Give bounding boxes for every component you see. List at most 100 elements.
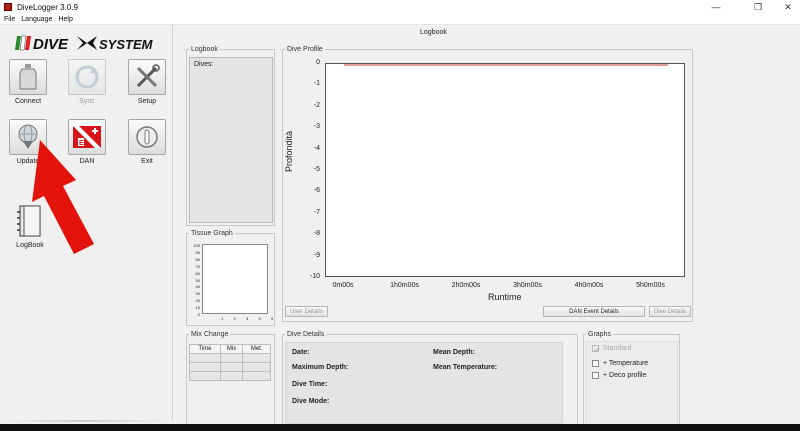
mean-temperature-label: Mean Temperature:: [433, 364, 498, 371]
tank-icon: [19, 64, 37, 90]
menu-help[interactable]: Help: [55, 16, 75, 23]
mix-col-met: Met.: [242, 344, 271, 354]
menu-bar: File Language Help: [0, 14, 800, 25]
close-button[interactable]: ✕: [776, 0, 800, 14]
svg-text:SYSTEM: SYSTEM: [99, 37, 154, 52]
profile-y-tick: -8: [313, 230, 320, 238]
profile-y-tick: -6: [313, 187, 320, 195]
mix-col-mix: Mix: [219, 344, 244, 354]
profile-y-tick: 0: [316, 59, 320, 66]
profile-x-tick: 4h0m00s: [574, 282, 604, 289]
dive-details-legend: Dive Details: [287, 331, 325, 338]
deco-label: + Deco profile: [603, 372, 647, 379]
logbook-legend: Logbook: [191, 46, 218, 53]
setup-button[interactable]: [128, 59, 166, 95]
standard-checkbox: [592, 345, 600, 353]
tissue-graph-legend: Tissue Graph: [191, 230, 233, 237]
setup-tool[interactable]: Setup: [127, 59, 167, 105]
sync-tool[interactable]: Sync: [67, 59, 107, 105]
mix-change-legend: Mix Change: [191, 331, 229, 338]
temperature-option[interactable]: + Temperature: [592, 360, 648, 367]
panel-divider: [0, 420, 172, 422]
table-row[interactable]: [189, 353, 271, 363]
date-label: Date:: [292, 349, 310, 356]
tissue-x-tick: 4: [258, 316, 261, 321]
connect-label: Connect: [14, 98, 42, 105]
exit-label: Exit: [141, 158, 153, 165]
tissue-y-tick: 70: [195, 263, 200, 269]
tools-icon: [136, 64, 160, 88]
taskbar: [0, 424, 800, 431]
tissue-y-tick: 100: [193, 243, 200, 248]
mean-depth-label: Mean Depth:: [433, 349, 475, 356]
minimize-button[interactable]: —: [704, 0, 728, 14]
profile-x-label: Runtime: [488, 292, 522, 302]
tissue-y-tick: 60: [195, 270, 200, 276]
power-icon: [136, 126, 158, 148]
window-title: DiveLogger 3.0.9: [17, 2, 78, 12]
menu-file[interactable]: File: [0, 16, 18, 23]
mix-col-time: Time: [189, 344, 221, 354]
profile-x-tick: 3h0m00s: [513, 282, 542, 289]
dive-profile-svg: [344, 64, 668, 66]
setup-label: Setup: [137, 98, 157, 105]
table-row[interactable]: [189, 362, 271, 372]
tissue-x-tick: 2: [233, 316, 236, 321]
red-arrow-annotation: [32, 140, 94, 254]
profile-y-tick: -10: [309, 273, 320, 280]
profile-y-tick: -1: [313, 80, 320, 88]
dive-system-logo: DIVE SYSTEM: [15, 35, 154, 53]
exit-button[interactable]: [128, 119, 166, 155]
table-row[interactable]: [189, 371, 271, 381]
dive-time-label: Dive Time:: [292, 381, 328, 388]
profile-y-tick: -7: [313, 208, 320, 216]
deco-checkbox[interactable]: [592, 372, 599, 379]
dive-mode-label: Dive Mode:: [292, 398, 330, 405]
restore-button[interactable]: ❐: [746, 0, 770, 14]
tissue-y-tick: 90: [195, 249, 200, 255]
max-depth-label: Maximum Depth:: [292, 364, 349, 371]
connect-tool[interactable]: Connect: [8, 59, 48, 105]
svg-text:DIVE: DIVE: [33, 36, 69, 53]
dives-list[interactable]: Dives:: [189, 57, 273, 223]
profile-x-tick: 0m00s: [332, 282, 354, 289]
profile-y-tick: -2: [313, 101, 320, 109]
profile-x-tick: 2h0m00s: [451, 282, 481, 289]
app-icon: [4, 3, 12, 11]
mix-change-table: Time Mix Met.: [189, 344, 271, 381]
tissue-y-tick: 30: [195, 291, 200, 297]
graphs-panel: [586, 341, 678, 425]
sync-button[interactable]: [68, 59, 106, 95]
profile-y-tick: -9: [313, 251, 320, 259]
tissue-x-tick: 1: [221, 316, 224, 321]
profile-x-tick: 1h0m00s: [390, 282, 419, 289]
temperature-checkbox[interactable]: [592, 360, 599, 367]
dive-profile-legend: Dive Profile: [287, 46, 323, 53]
profile-y-label: Profondità: [284, 130, 294, 172]
tissue-plot-area: [202, 244, 268, 314]
standard-option: Standard: [592, 345, 632, 353]
user-details-button[interactable]: User Details: [285, 306, 328, 317]
view-title: Logbook: [420, 29, 447, 36]
sync-label: Sync: [79, 98, 95, 105]
title-bar: DiveLogger 3.0.9: [0, 0, 800, 14]
connect-button[interactable]: [9, 59, 47, 95]
tissue-y-tick: 0: [197, 312, 200, 317]
tissue-x-tick: 5: [271, 316, 274, 321]
panel-separator: [172, 25, 173, 420]
standard-label: Standard: [603, 345, 632, 352]
exit-tool[interactable]: Exit: [127, 119, 167, 165]
graphs-legend: Graphs: [588, 331, 611, 338]
profile-y-tick: -3: [313, 123, 320, 131]
dive-profile-plot: [325, 63, 685, 277]
tissue-y-tick: 40: [195, 284, 200, 290]
dive-details-button[interactable]: Dive Details: [649, 306, 691, 317]
tissue-y-tick: 50: [195, 277, 200, 283]
deco-option[interactable]: + Deco profile: [592, 372, 646, 379]
menu-language[interactable]: Language: [18, 16, 55, 23]
tissue-y-tick: 80: [195, 256, 200, 262]
dan-event-details-button[interactable]: DAN Event Details: [543, 306, 645, 317]
tissue-y-tick: 10: [195, 305, 200, 311]
profile-y-tick: -5: [313, 166, 320, 173]
tissue-y-tick: 20: [195, 298, 200, 304]
